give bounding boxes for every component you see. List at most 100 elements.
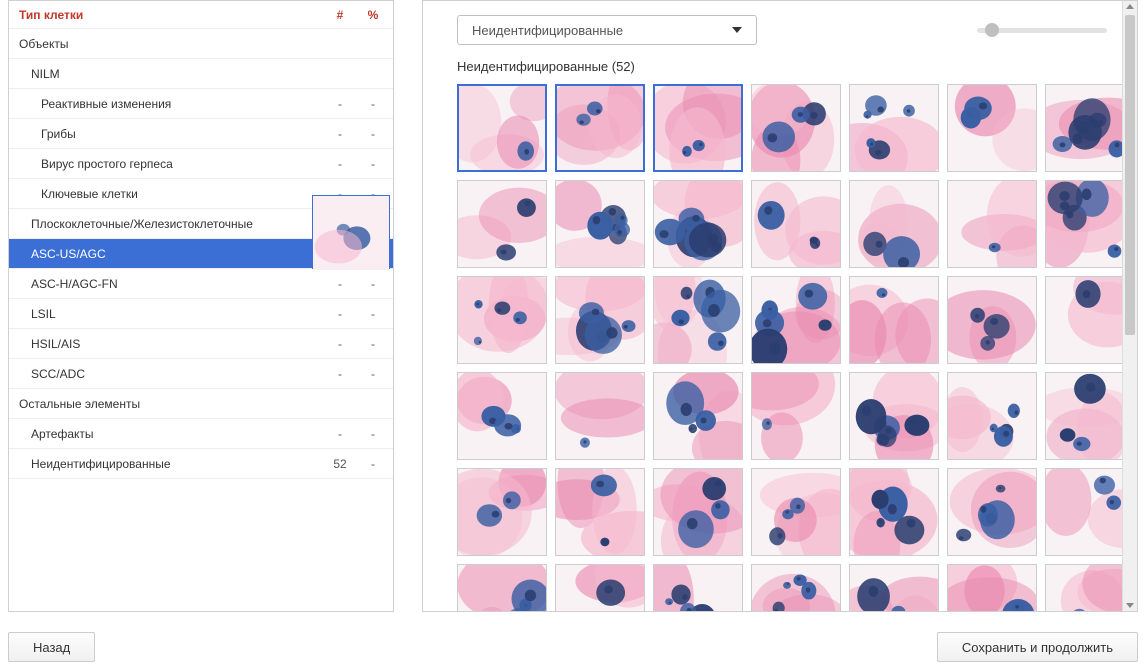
tree-row-percent: - (361, 367, 393, 381)
tree-row-label: Объекты (9, 37, 319, 51)
tree-row[interactable]: Плоскоклеточные/Железистоклеточные (9, 209, 393, 239)
tree-row-count: - (319, 307, 361, 321)
scrollbar[interactable] (1122, 1, 1137, 611)
cell-thumbnail[interactable] (653, 84, 743, 172)
cell-thumbnail[interactable] (1045, 468, 1127, 556)
tree-row-percent: - (361, 97, 393, 111)
cell-thumbnail[interactable] (849, 468, 939, 556)
tree-row-label: ASC-H/AGC-FN (9, 277, 319, 291)
cell-thumbnail[interactable] (457, 180, 547, 268)
cell-thumbnail[interactable] (751, 564, 841, 611)
tree-row-label: LSIL (9, 307, 319, 321)
cell-thumbnail[interactable] (653, 276, 743, 364)
cell-thumbnail[interactable] (1045, 84, 1127, 172)
tree-row[interactable]: Остальные элементы (9, 389, 393, 419)
cell-thumbnail[interactable] (555, 84, 645, 172)
tree-row-count: - (319, 247, 361, 261)
cell-thumbnail[interactable] (653, 564, 743, 611)
cell-thumbnail[interactable] (947, 84, 1037, 172)
header-count: # (319, 8, 361, 22)
tree-row-label: SCC/ADC (9, 367, 319, 381)
tree-row[interactable]: Вирус простого герпеса-- (9, 149, 393, 179)
zoom-slider[interactable] (977, 28, 1107, 33)
cell-thumbnail[interactable] (457, 468, 547, 556)
cell-thumbnail[interactable] (555, 468, 645, 556)
tree-row[interactable]: Ключевые клетки-- (9, 179, 393, 209)
back-button[interactable]: Назад (8, 632, 95, 662)
gallery-panel: Неидентифицированные Неидентифицированны… (422, 0, 1138, 612)
cell-thumbnail[interactable] (653, 180, 743, 268)
cell-thumbnail[interactable] (653, 468, 743, 556)
slider-thumb[interactable] (985, 23, 999, 37)
header-celltype: Тип клетки (9, 8, 319, 22)
tree-row-percent: - (361, 157, 393, 171)
tree-row-label: Артефакты (9, 427, 319, 441)
tree-row-percent: - (361, 247, 393, 261)
cell-thumbnail[interactable] (457, 84, 547, 172)
cell-thumbnail[interactable] (1045, 372, 1127, 460)
tree-row-count: - (319, 427, 361, 441)
cell-thumbnail[interactable] (555, 564, 645, 611)
tree-row[interactable]: Грибы-- (9, 119, 393, 149)
tree-row[interactable]: Артефакты-- (9, 419, 393, 449)
cell-thumbnail[interactable] (849, 372, 939, 460)
cell-thumbnail[interactable] (1045, 180, 1127, 268)
tree-row[interactable]: SCC/ADC-- (9, 359, 393, 389)
thumbnail-grid (457, 84, 1127, 611)
scroll-handle[interactable] (1125, 15, 1135, 335)
tree-row-percent: - (361, 127, 393, 141)
tree-row-count: - (319, 367, 361, 381)
cell-thumbnail[interactable] (947, 372, 1037, 460)
cell-thumbnail[interactable] (751, 276, 841, 364)
tree-row-percent: - (361, 277, 393, 291)
tree-row[interactable]: LSIL-- (9, 299, 393, 329)
cell-thumbnail[interactable] (555, 372, 645, 460)
chevron-down-icon (732, 27, 742, 33)
cell-thumbnail[interactable] (751, 372, 841, 460)
cell-thumbnail[interactable] (849, 180, 939, 268)
tree-row-label: Неидентифицированные (9, 457, 319, 471)
cell-thumbnail[interactable] (849, 276, 939, 364)
cell-thumbnail[interactable] (849, 564, 939, 611)
cell-thumbnail[interactable] (1045, 564, 1127, 611)
cell-thumbnail[interactable] (947, 468, 1037, 556)
cell-thumbnail[interactable] (457, 564, 547, 611)
cell-thumbnail[interactable] (457, 372, 547, 460)
header-percent: % (361, 8, 393, 22)
tree-row[interactable]: Объекты (9, 29, 393, 59)
cell-thumbnail[interactable] (751, 180, 841, 268)
cell-thumbnail[interactable] (947, 564, 1037, 611)
tree-row[interactable]: Неидентифицированные52- (9, 449, 393, 479)
cell-thumbnail[interactable] (947, 276, 1037, 364)
tree-row-label: Плоскоклеточные/Железистоклеточные (9, 217, 319, 231)
save-continue-button[interactable]: Сохранить и продолжить (937, 632, 1138, 662)
tree-row[interactable]: NILM (9, 59, 393, 89)
cell-thumbnail[interactable] (751, 84, 841, 172)
tree-row[interactable]: HSIL/AIS-- (9, 329, 393, 359)
table-header: Тип клетки # % (9, 1, 393, 29)
tree-row-label: Грибы (9, 127, 319, 141)
tree-row[interactable]: Реактивные изменения-- (9, 89, 393, 119)
cell-thumbnail[interactable] (653, 372, 743, 460)
cell-thumbnail[interactable] (947, 180, 1037, 268)
tree-row-count: - (319, 157, 361, 171)
tree-row-count: - (319, 127, 361, 141)
tree-row-percent: - (361, 307, 393, 321)
cell-thumbnail[interactable] (849, 84, 939, 172)
tree-row[interactable]: ASC-H/AGC-FN-- (9, 269, 393, 299)
tree-row-count: - (319, 277, 361, 291)
tree-row-label: NILM (9, 67, 319, 81)
tree-row-label: Ключевые клетки (9, 187, 319, 201)
tree-row-count: - (319, 97, 361, 111)
filter-dropdown[interactable]: Неидентифицированные (457, 15, 757, 45)
cell-thumbnail[interactable] (555, 180, 645, 268)
tree-row-count: - (319, 337, 361, 351)
tree-row-percent: - (361, 337, 393, 351)
scroll-up-icon (1126, 4, 1134, 9)
cell-thumbnail[interactable] (1045, 276, 1127, 364)
cell-thumbnail[interactable] (555, 276, 645, 364)
cell-thumbnail[interactable] (751, 468, 841, 556)
cell-thumbnail[interactable] (457, 276, 547, 364)
tree-row[interactable]: ASC-US/AGC-- (9, 239, 393, 269)
tree-row-label: Остальные элементы (9, 397, 319, 411)
